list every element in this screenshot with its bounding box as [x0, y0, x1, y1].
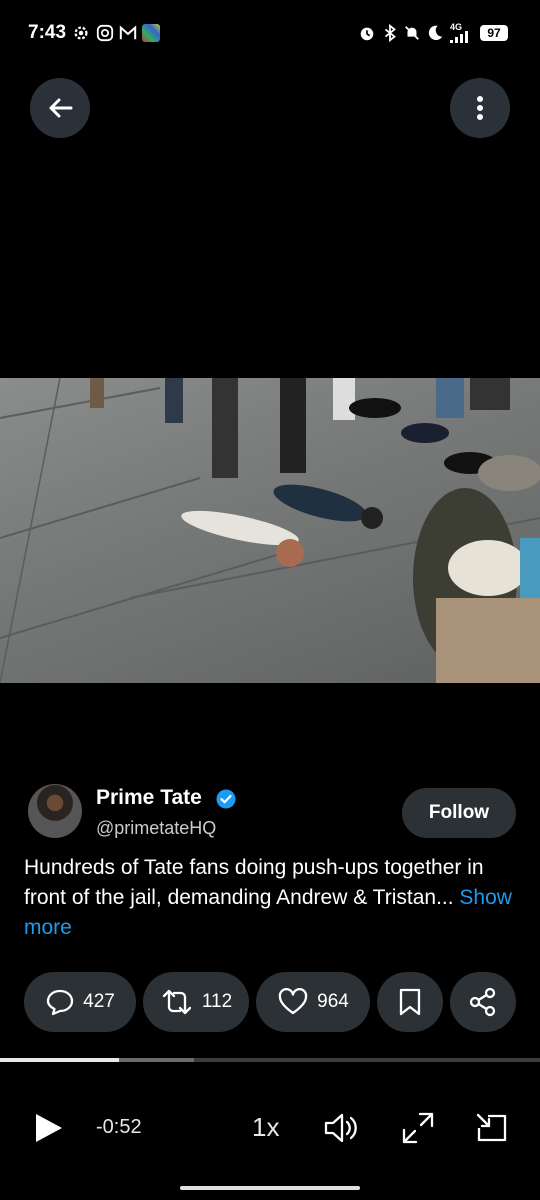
video-frame	[0, 378, 540, 683]
repost-count: 112	[201, 991, 233, 1012]
picture-in-picture-button[interactable]	[474, 1110, 510, 1146]
repost-button[interactable]: 112	[143, 972, 249, 1032]
share-button[interactable]	[450, 972, 516, 1032]
home-indicator[interactable]	[180, 1186, 360, 1190]
tweet-text: Hundreds of Tate fans doing push-ups tog…	[24, 853, 524, 943]
author-handle[interactable]: @primetateHQ	[96, 818, 216, 839]
volume-icon	[324, 1113, 357, 1143]
more-options-button[interactable]	[450, 78, 510, 138]
moon-icon	[428, 25, 443, 41]
video-progress-bar[interactable]	[0, 1058, 540, 1062]
app-notification-icon	[142, 24, 160, 42]
bookmark-icon	[399, 988, 421, 1016]
repost-icon	[162, 989, 191, 1015]
share-icon	[469, 987, 496, 1017]
like-count: 964	[317, 991, 349, 1012]
follow-button[interactable]: Follow	[402, 788, 516, 838]
verified-badge-icon	[216, 789, 236, 809]
bell-off-icon	[405, 26, 419, 40]
reply-count: 427	[83, 991, 115, 1012]
tweet-body: Hundreds of Tate fans doing push-ups tog…	[24, 856, 484, 909]
video-player[interactable]	[0, 378, 540, 683]
bookmark-button[interactable]	[377, 972, 443, 1032]
status-time: 7:43	[28, 22, 67, 43]
reply-button[interactable]: 427	[24, 972, 136, 1032]
author-avatar[interactable]	[28, 784, 82, 838]
fullscreen-icon	[402, 1112, 434, 1144]
fullscreen-button[interactable]	[400, 1110, 436, 1146]
alarm-icon	[360, 27, 374, 41]
back-button[interactable]	[30, 78, 90, 138]
battery-indicator: 97	[480, 25, 508, 41]
play-icon	[36, 1114, 62, 1142]
progress-played	[0, 1058, 119, 1062]
back-arrow-icon	[49, 98, 73, 118]
playback-speed-button[interactable]: 1x	[252, 1112, 279, 1143]
pip-icon	[476, 1113, 507, 1142]
more-vertical-icon	[477, 96, 483, 120]
like-button[interactable]: 964	[256, 972, 370, 1032]
author-name[interactable]: Prime Tate	[96, 786, 202, 810]
like-icon	[278, 988, 308, 1015]
instagram-icon	[96, 24, 114, 42]
status-bar: 7:43 4G 97	[0, 0, 540, 70]
gmail-icon	[119, 25, 137, 40]
play-button[interactable]	[30, 1110, 66, 1146]
settings-icon	[74, 26, 88, 40]
bluetooth-icon	[384, 24, 396, 42]
volume-button[interactable]	[322, 1110, 362, 1146]
reply-icon	[46, 989, 74, 1016]
signal-icon	[450, 31, 468, 43]
time-remaining: -0:52	[96, 1116, 142, 1138]
